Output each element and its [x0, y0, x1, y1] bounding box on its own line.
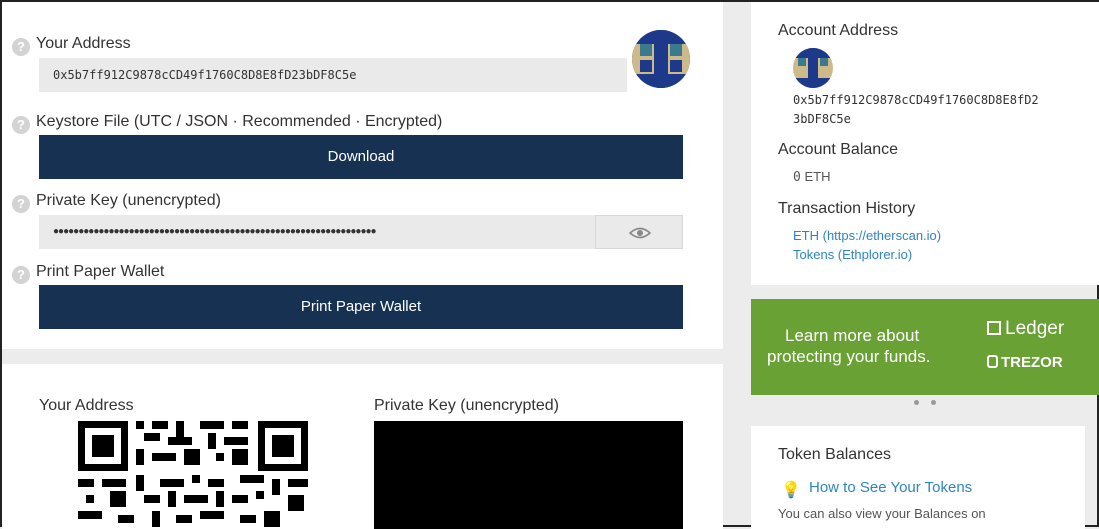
account-address-line2: 3bDF8C5e: [793, 112, 851, 126]
keystore-label: Keystore File (UTC / JSON · Recommended …: [36, 113, 443, 130]
print-paper-wallet-button[interactable]: Print Paper Wallet: [39, 285, 683, 329]
wallet-details-panel: ? Your Address 0x5b7ff912C9878cCD49f1760…: [2, 2, 723, 349]
qr-private-key-label: Private Key (unencrypted): [374, 397, 559, 414]
qr-codes-panel: Your Address Private Key (unencrypted): [2, 364, 723, 529]
ethplorer-link[interactable]: Tokens (Ethplorer.io): [793, 247, 912, 262]
private-key-field[interactable]: ●●●●●●●●●●●●●●●●●●●●●●●●●●●●●●●●●●●●●●●●…: [39, 215, 595, 249]
how-to-see-tokens-link[interactable]: How to See Your Tokens: [809, 479, 972, 496]
account-address-label: Account Address: [778, 22, 899, 39]
trezor-logo: TREZOR: [987, 354, 1063, 371]
trezor-brand: TREZOR: [1001, 354, 1063, 371]
help-icon[interactable]: ?: [12, 116, 30, 134]
promo-text-line1: Learn more about: [785, 326, 920, 345]
download-button[interactable]: Download: [39, 135, 683, 179]
help-icon[interactable]: ?: [12, 195, 30, 213]
balance-unit: ETH: [804, 169, 831, 184]
account-address-line1: 0x5b7ff912C9878cCD49f1760C8D8E8fD2: [793, 93, 1039, 107]
help-icon[interactable]: ?: [12, 266, 30, 284]
your-address-label: Your Address: [36, 35, 131, 52]
transaction-history-label: Transaction History: [778, 200, 916, 217]
ledger-logo: Ledger: [987, 318, 1064, 340]
carousel-dot[interactable]: [931, 400, 936, 405]
ledger-icon: [987, 321, 1001, 335]
token-balances-title: Token Balances: [778, 446, 891, 463]
account-info-panel: Account Address 0x5b7ff912C9878cCD49f176…: [751, 2, 1099, 285]
ledger-brand: Ledger: [1005, 318, 1065, 339]
help-icon[interactable]: ?: [12, 38, 30, 56]
trezor-lock-icon: [987, 355, 998, 368]
toggle-visibility-button[interactable]: [595, 215, 683, 249]
lightbulb-icon: 💡: [781, 482, 801, 499]
account-balance-value: 0 ETH: [793, 169, 830, 185]
sidebar-identicon: [793, 48, 833, 88]
address-qr-code: [76, 419, 310, 529]
private-key-qr-code: [374, 421, 683, 529]
etherscan-link[interactable]: ETH (https://etherscan.io): [793, 228, 941, 243]
balance-amount: 0: [793, 170, 801, 185]
hardware-wallet-promo[interactable]: Learn more about protecting your funds. …: [751, 299, 1099, 395]
paper-wallet-label: Print Paper Wallet: [36, 263, 165, 280]
private-key-label: Private Key (unencrypted): [36, 192, 221, 209]
identicon-avatar: [632, 30, 690, 88]
carousel-dot[interactable]: [914, 400, 919, 405]
carousel-dots: [914, 400, 940, 406]
eye-icon: [629, 227, 651, 239]
token-balances-note: You can also view your Balances on: [778, 506, 986, 521]
address-field[interactable]: 0x5b7ff912C9878cCD49f1760C8D8E8fD23bDF8C…: [39, 58, 627, 92]
qr-address-label: Your Address: [39, 397, 134, 414]
token-balances-panel: Token Balances 💡 How to See Your Tokens …: [751, 426, 1085, 529]
account-balance-label: Account Balance: [778, 141, 899, 158]
promo-text-line2: protecting your funds.: [767, 347, 931, 366]
